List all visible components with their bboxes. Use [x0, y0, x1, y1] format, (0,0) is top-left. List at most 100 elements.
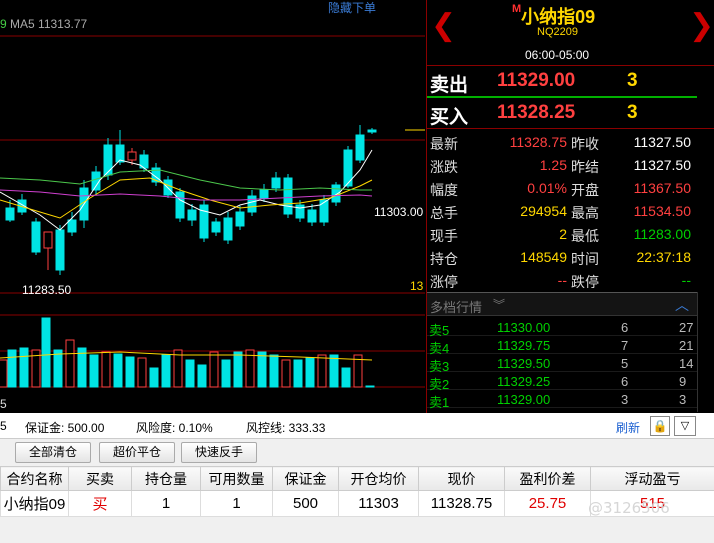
- ask-price: 11329.25: [497, 374, 551, 389]
- volume-bar: [113, 353, 123, 388]
- stat-value: 148549: [520, 249, 567, 265]
- depth-header-label: 多档行情: [430, 300, 483, 315]
- stat-value: --: [681, 272, 691, 288]
- stat-row: 涨跌 1.25 昨结 11327.50: [427, 154, 714, 177]
- column-header[interactable]: 盈利价差: [504, 466, 591, 491]
- column-header[interactable]: 买卖: [68, 466, 132, 491]
- buy-quote-row[interactable]: 买入 11328.25 3: [427, 98, 714, 128]
- close-all-button[interactable]: 全部清仓: [15, 442, 91, 463]
- volume-bar: [149, 367, 159, 388]
- candle-body: [271, 177, 281, 189]
- kline-svg[interactable]: 11283.50 11303.00 13 5: [0, 0, 425, 413]
- candle-body: [187, 209, 197, 221]
- stat-label: 昨结: [571, 159, 599, 175]
- table-cell: 25.75: [504, 490, 591, 517]
- depth-scroll-strip[interactable]: [697, 292, 714, 412]
- chevron-down-icon[interactable]: ▽: [674, 416, 696, 436]
- candle-body: [295, 204, 305, 219]
- account-info-bar: 5 保证金: 500.00 风险度: 0.10% 风控线: 333.33 刷新 …: [0, 413, 714, 439]
- depth-header[interactable]: 多档行情 ︾ ︿: [427, 292, 697, 316]
- candle-body: [307, 209, 317, 223]
- stat-label: 昨收: [571, 136, 599, 152]
- trade-panel: 5 保证金: 500.00 风险度: 0.10% 风控线: 333.33 刷新 …: [0, 413, 714, 543]
- contract-prefix: M: [512, 3, 522, 15]
- volume-bar: [7, 349, 17, 388]
- column-header[interactable]: 保证金: [272, 466, 339, 491]
- volume-bar: [221, 359, 231, 388]
- column-header[interactable]: 现价: [418, 466, 505, 491]
- price-tag-label: 11303.00: [374, 205, 423, 219]
- stat-row: 总手 294954 最高 11534.50: [427, 200, 714, 223]
- ask-volume: 5: [621, 356, 629, 371]
- candle-body: [103, 144, 113, 176]
- candle-body: [127, 151, 137, 161]
- prev-contract-icon[interactable]: ❮: [431, 8, 456, 43]
- stat-label: 涨跌: [430, 159, 458, 175]
- action-button-bar: 全部清仓 超价平仓 快速反手: [0, 440, 714, 466]
- stat-label: 最新: [430, 136, 458, 152]
- column-header[interactable]: 浮动盈亏: [590, 466, 714, 491]
- quote-header: ❮ M小纳指09 NQ2209 06:00-05:00 ❯: [427, 0, 714, 66]
- ask-row[interactable]: 卖1 11329.00 3 3: [427, 390, 697, 410]
- candle-body: [5, 207, 15, 221]
- stat-label: 跌停: [571, 274, 599, 290]
- volume-bar: [317, 354, 327, 388]
- table-cell: 11328.75: [418, 490, 505, 517]
- ask-volume: 6: [621, 320, 629, 335]
- ask-volume: 3: [621, 392, 629, 407]
- candle-body: [223, 217, 233, 241]
- ask-cum-volume: 3: [679, 392, 687, 407]
- kline-chart[interactable]: 11283.50 11303.00 13 5 9 MA5 11313.77 隐藏下单: [0, 0, 425, 413]
- candle-body: [331, 184, 341, 203]
- column-header[interactable]: 开仓均价: [338, 466, 419, 491]
- volume-bar: [0, 359, 8, 388]
- volume-bar: [197, 364, 207, 388]
- buy-qty: 3: [627, 102, 638, 123]
- moving-average-line: [0, 169, 372, 191]
- column-header[interactable]: 可用数量: [200, 466, 273, 491]
- super-close-button[interactable]: 超价平仓: [99, 442, 175, 463]
- volume-bar: [329, 354, 339, 388]
- stat-value: 0.01%: [527, 180, 567, 196]
- sell-quote-row[interactable]: 卖出 11329.00 3: [427, 66, 714, 96]
- stat-row: 持仓 148549 时间 22:37:18: [427, 246, 714, 269]
- candle-body: [367, 129, 377, 133]
- volume-bar: [125, 356, 135, 388]
- quote-panel: ❮ M小纳指09 NQ2209 06:00-05:00 ❯ 卖出 11329.0…: [426, 0, 714, 413]
- stat-value: 2: [559, 226, 567, 242]
- candle-body: [283, 177, 293, 215]
- double-chevron-down-icon[interactable]: ︾: [493, 296, 505, 313]
- ask-row[interactable]: 卖2 11329.25 6 9: [427, 372, 697, 392]
- column-header[interactable]: 合约名称: [0, 466, 69, 491]
- stat-value: 22:37:18: [636, 249, 692, 265]
- table-cell: 买: [68, 490, 132, 517]
- stat-value: 11327.50: [633, 157, 691, 173]
- volume-bar: [89, 354, 99, 388]
- ask-cum-volume: 14: [679, 356, 694, 371]
- stat-value: 11327.50: [633, 134, 691, 150]
- volume-bar: [365, 385, 375, 388]
- stats-table: 最新 11328.75 昨收 11327.50 涨跌 1.25 昨结 11327.50 幅度 0.…: [427, 131, 714, 292]
- refresh-link[interactable]: 刷新: [616, 419, 640, 436]
- ask-row[interactable]: 卖3 11329.50 5 14: [427, 354, 697, 374]
- ask-row[interactable]: 卖4 11329.75 7 21: [427, 336, 697, 356]
- ask-row[interactable]: 卖5 11330.00 6 27: [427, 318, 697, 338]
- ask-volume: 7: [621, 338, 629, 353]
- volume-bar: [233, 351, 243, 388]
- lock-icon[interactable]: 🔒: [650, 416, 670, 436]
- candle-body: [43, 231, 53, 249]
- column-header[interactable]: 持仓量: [131, 466, 201, 491]
- candle-body: [67, 219, 77, 233]
- next-contract-icon[interactable]: ❯: [689, 8, 714, 43]
- hide-order-link[interactable]: 隐藏下单: [328, 0, 376, 16]
- volume-bar: [19, 347, 29, 388]
- stat-value: 11534.50: [633, 203, 691, 219]
- stat-row: 最新 11328.75 昨收 11327.50: [427, 131, 714, 154]
- ask-price: 11329.00: [497, 392, 551, 407]
- sell-price: 11329.00: [497, 70, 576, 91]
- chevron-up-icon[interactable]: ︿: [675, 295, 689, 315]
- quick-reverse-button[interactable]: 快速反手: [181, 442, 257, 463]
- volume-bar: [257, 351, 267, 388]
- candle-body: [259, 189, 269, 199]
- ask-volume: 6: [621, 374, 629, 389]
